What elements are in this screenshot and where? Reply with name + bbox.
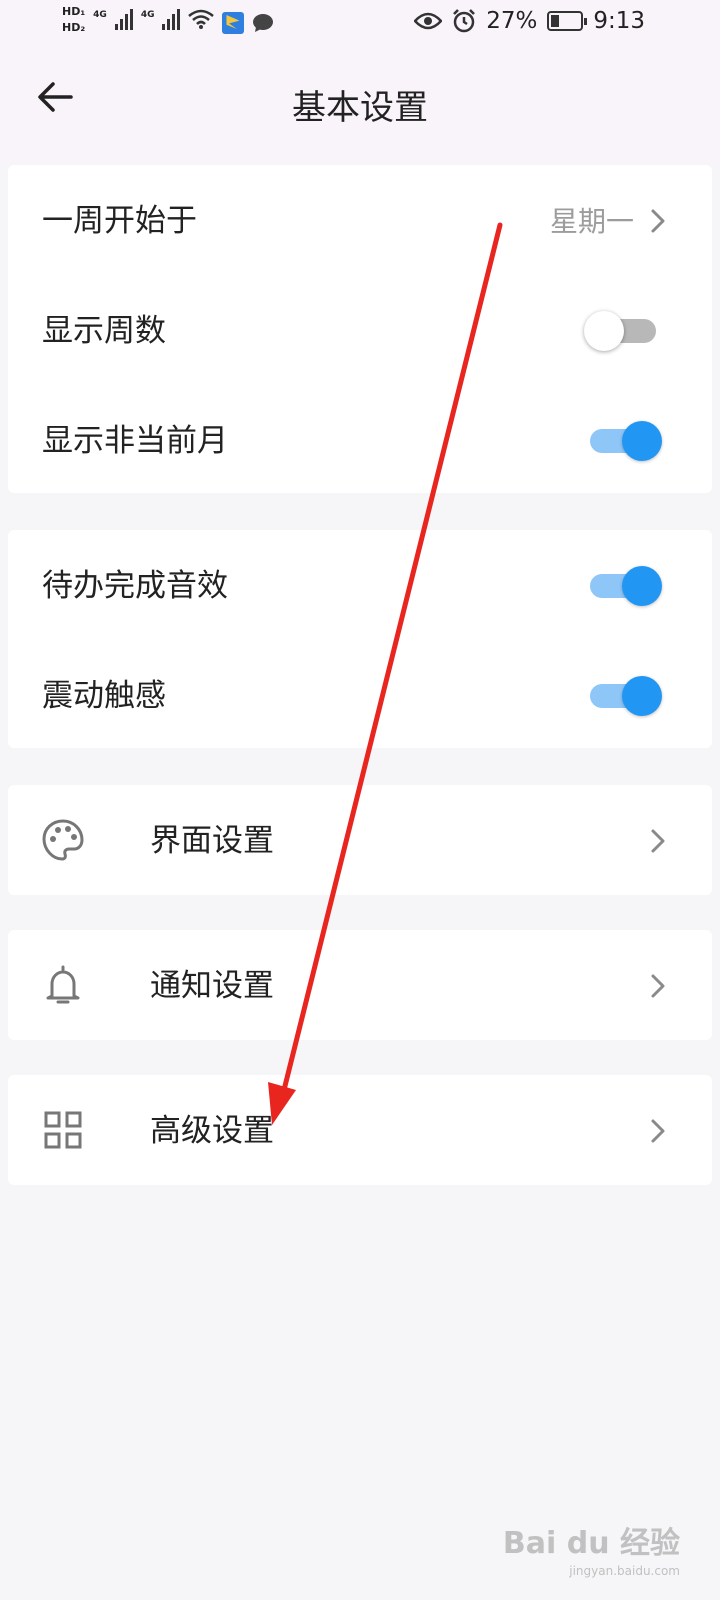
wifi-icon xyxy=(188,9,215,29)
show-week-number-toggle[interactable] xyxy=(584,311,662,351)
status-left: HD₁ HD₂ 4G 4G xyxy=(62,6,274,34)
watermark: Bai du 经验 jingyan.baidu.com xyxy=(503,1518,680,1578)
network-type-1: 4G xyxy=(93,10,107,20)
watermark-url: jingyan.baidu.com xyxy=(569,1564,680,1578)
todo-sound-toggle[interactable] xyxy=(584,566,662,606)
advanced-settings-label: 高级设置 xyxy=(150,1113,274,1149)
signal-icon-1 xyxy=(114,6,133,30)
haptic-row: 震动触感 xyxy=(8,640,712,750)
notification-settings-label: 通知设置 xyxy=(150,968,274,1004)
hd2-label: HD₂ xyxy=(62,21,86,34)
notification-settings-card[interactable]: 通知设置 xyxy=(8,930,712,1040)
show-week-number-row: 显示周数 xyxy=(8,275,712,385)
show-week-number-label: 显示周数 xyxy=(42,313,166,349)
interface-settings-card[interactable]: 界面设置 xyxy=(8,785,712,895)
battery-icon xyxy=(547,11,588,31)
signal-icon-2 xyxy=(162,6,181,30)
grid-icon xyxy=(44,1111,82,1149)
week-start-row[interactable]: 一周开始于 星期一 xyxy=(8,165,712,275)
status-bar: HD₁ HD₂ 4G 4G 27% 9:13 xyxy=(0,0,720,50)
haptic-toggle[interactable] xyxy=(584,676,662,716)
network-type-2: 4G xyxy=(140,10,155,20)
sound-settings-card: 待办完成音效 震动触感 xyxy=(8,530,712,748)
page-title: 基本设置 xyxy=(292,88,428,128)
chevron-right-icon xyxy=(651,1119,665,1143)
advanced-settings-card[interactable]: 高级设置 xyxy=(8,1075,712,1185)
advanced-settings-row[interactable]: 高级设置 xyxy=(8,1075,712,1185)
chevron-right-icon xyxy=(651,829,665,853)
clock: 9:13 xyxy=(593,8,645,34)
notification-settings-row[interactable]: 通知设置 xyxy=(8,930,712,1040)
interface-settings-row[interactable]: 界面设置 xyxy=(8,785,712,895)
status-right: 27% 9:13 xyxy=(414,8,645,34)
todo-sound-label: 待办完成音效 xyxy=(42,568,228,604)
bell-icon xyxy=(46,965,80,1004)
haptic-label: 震动触感 xyxy=(42,678,166,714)
app-header: 基本设置 xyxy=(0,50,720,160)
show-other-months-label: 显示非当前月 xyxy=(42,423,228,459)
interface-settings-label: 界面设置 xyxy=(150,823,274,859)
week-start-value: 星期一 xyxy=(549,205,634,238)
palette-icon xyxy=(42,819,84,861)
chevron-right-icon xyxy=(651,974,665,998)
app-notification-icon xyxy=(222,12,245,34)
week-start-label: 一周开始于 xyxy=(42,203,197,239)
hd-indicators: HD₁ HD₂ xyxy=(62,6,85,34)
battery-percent: 27% xyxy=(486,8,538,34)
eye-icon xyxy=(414,12,443,30)
todo-sound-row: 待办完成音效 xyxy=(8,530,712,640)
chevron-right-icon xyxy=(651,209,665,233)
alarm-icon xyxy=(453,9,476,33)
show-other-months-toggle[interactable] xyxy=(584,421,662,461)
show-other-months-row: 显示非当前月 xyxy=(8,385,712,495)
message-icon xyxy=(253,14,274,32)
hd1-label: HD₁ xyxy=(62,5,86,18)
watermark-brand: Bai du 经验 xyxy=(502,1526,680,1561)
general-settings-card: 一周开始于 星期一 显示周数 显示非当前月 xyxy=(8,165,712,493)
